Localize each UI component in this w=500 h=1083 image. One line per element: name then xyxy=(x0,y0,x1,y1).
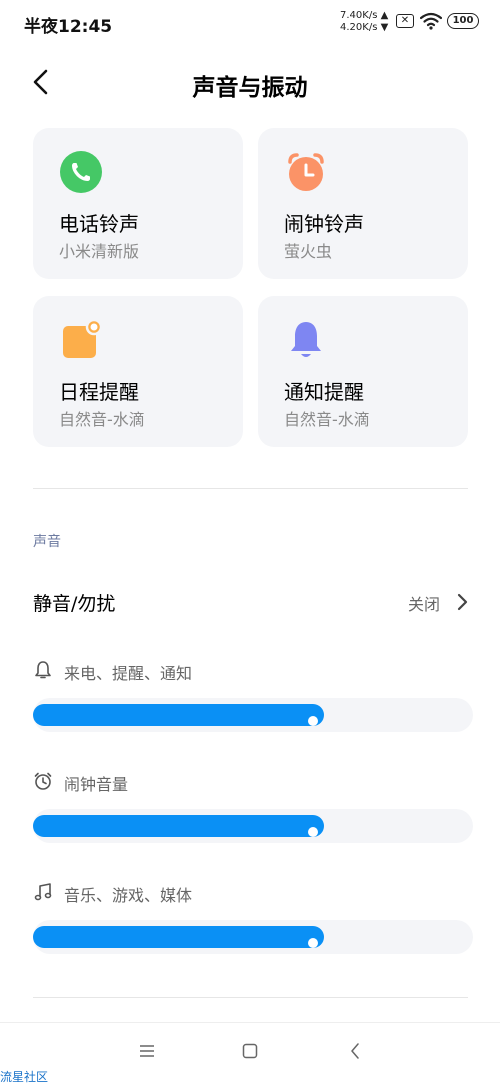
divider xyxy=(33,488,468,489)
card-alarm-ringtone[interactable]: 闹钟铃声 萤火虫 xyxy=(258,128,468,279)
navigation-bar xyxy=(0,1022,500,1083)
menu-button[interactable] xyxy=(139,1043,155,1059)
volume-slider[interactable] xyxy=(33,698,473,732)
home-button[interactable] xyxy=(242,1043,258,1059)
alarm-clock-icon xyxy=(288,153,324,191)
volume-slider[interactable] xyxy=(33,809,473,843)
card-phone-ringtone[interactable]: 电话铃声 小米清新版 xyxy=(33,128,243,279)
bell-outline-icon xyxy=(35,661,51,679)
header: 声音与振动 xyxy=(0,56,500,108)
card-subtitle: 小米清新版 xyxy=(59,242,140,261)
slider-fill xyxy=(33,815,324,837)
slider-fill xyxy=(33,704,324,726)
card-subtitle: 自然音-水滴 xyxy=(59,410,145,429)
status-bar: 半夜12:45 7.40K/s ▲ 4.20K/s ▼ ✕ 100 xyxy=(0,0,500,44)
download-speed: 4.20K/s ▼ xyxy=(340,22,389,33)
volume-label: 来电、提醒、通知 xyxy=(64,664,193,683)
volume-label: 闹钟音量 xyxy=(64,775,129,794)
page-title: 声音与振动 xyxy=(192,75,308,101)
volume-slider[interactable] xyxy=(33,920,473,954)
bell-icon xyxy=(291,322,321,357)
card-subtitle: 自然音-水滴 xyxy=(284,410,370,429)
slider-knob[interactable] xyxy=(308,716,318,726)
card-notification-reminder[interactable]: 通知提醒 自然音-水滴 xyxy=(258,296,468,447)
wifi-icon xyxy=(420,12,442,30)
watermark: 流星社区 xyxy=(0,1070,49,1083)
alarm-outline-icon xyxy=(34,772,52,790)
section-label-sound: 声音 xyxy=(33,534,61,550)
card-title: 通知提醒 xyxy=(284,380,364,404)
phone-icon xyxy=(60,151,102,193)
divider xyxy=(33,997,468,998)
card-subtitle: 萤火虫 xyxy=(284,242,333,261)
card-title: 电话铃声 xyxy=(59,212,139,236)
battery-indicator: 100 xyxy=(447,13,479,29)
slider-knob[interactable] xyxy=(308,938,318,948)
music-note-icon xyxy=(34,883,52,901)
card-title: 闹钟铃声 xyxy=(284,212,364,236)
slider-knob[interactable] xyxy=(308,827,318,837)
card-schedule-reminder[interactable]: 日程提醒 自然音-水滴 xyxy=(33,296,243,447)
chevron-right-icon xyxy=(457,593,468,611)
card-title: 日程提醒 xyxy=(59,380,139,404)
back-nav-button[interactable] xyxy=(347,1043,363,1059)
calendar-icon xyxy=(63,318,103,358)
no-sim-icon: ✕ xyxy=(396,14,414,28)
volume-label: 音乐、游戏、媒体 xyxy=(64,886,193,905)
network-speed: 7.40K/s ▲ 4.20K/s ▼ xyxy=(340,10,388,34)
mute-label: 静音/勿扰 xyxy=(33,593,116,615)
upload-speed: 7.40K/s ▲ xyxy=(340,10,389,21)
slider-fill xyxy=(33,926,324,948)
status-time: 半夜12:45 xyxy=(24,17,113,37)
mute-value: 关闭 xyxy=(407,595,440,614)
mute-dnd-row[interactable]: 静音/勿扰 关闭 xyxy=(33,584,468,620)
